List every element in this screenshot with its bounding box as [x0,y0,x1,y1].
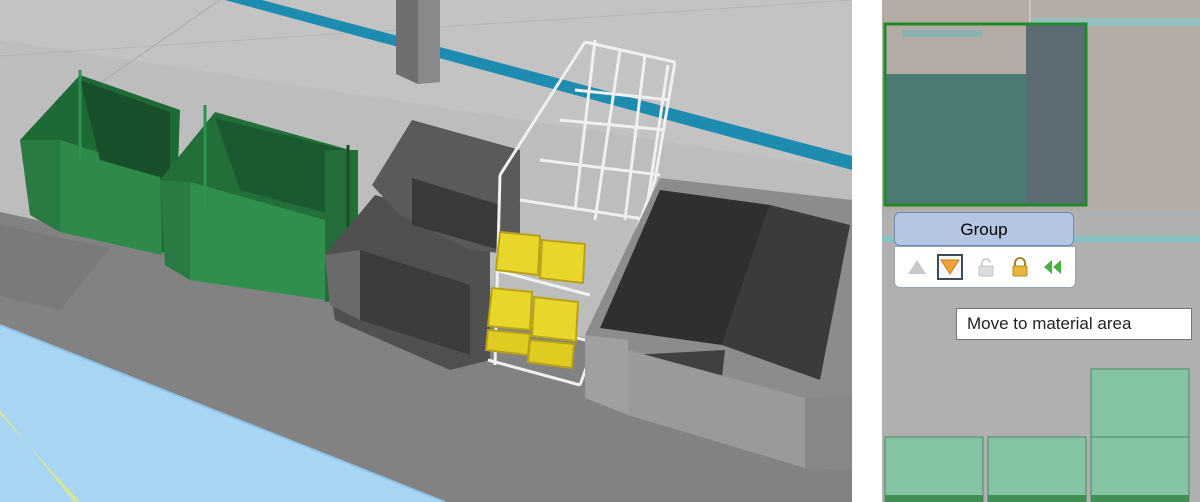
group-panel-title: Group [894,212,1074,246]
group-toolbar [894,246,1076,288]
move-up-button[interactable] [904,254,930,280]
area-block-mint-2[interactable] [987,436,1087,502]
lock-icon [1012,257,1028,277]
3d-scene[interactable] [0,0,852,502]
unlock-button[interactable] [973,254,999,280]
triangle-up-icon [908,260,926,274]
panel-separator [852,0,882,502]
unlock-icon [978,258,994,277]
triangle-down-icon [940,259,960,275]
3d-viewport[interactable] [0,0,852,502]
group-panel: Group [894,212,1076,288]
move-to-material-area-button[interactable] [937,254,963,280]
area-block-mint-3[interactable] [1090,368,1190,502]
area-block-mint-1[interactable] [884,436,984,502]
tooltip: Move to material area [956,308,1192,340]
collapse-button[interactable] [1040,254,1066,280]
area-block-teal[interactable] [885,74,1026,205]
lock-button[interactable] [1007,254,1033,280]
area-block-slate[interactable] [1026,24,1086,205]
double-chevron-left-icon [1044,260,1061,274]
